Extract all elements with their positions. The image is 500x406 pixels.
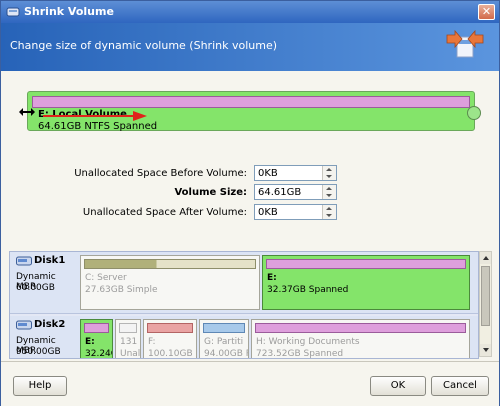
partition-info: 32.24G — [85, 349, 112, 359]
cancel-button[interactable]: Cancel — [431, 376, 489, 396]
header-banner: Change size of dynamic volume (Shrink vo… — [1, 23, 499, 71]
partition-e-disk1[interactable]: E: 32.37GB Spanned — [262, 255, 470, 310]
partition-e-disk2[interactable]: E: 32.24G — [80, 319, 113, 359]
shrink-volume-dialog: Shrink Volume ✕ Change size of dynamic v… — [0, 0, 500, 406]
unallocated-before-spinner[interactable]: 0KB — [254, 165, 337, 181]
disk-info: Disk1 Dynamic MBR 60.00GB — [14, 254, 78, 314]
dialog-footer: Help OK Cancel — [1, 361, 499, 406]
volume-size-row: Volume Size: 64.61GB — [1, 184, 499, 202]
shrink-arrows-icon — [446, 29, 484, 58]
arrow-down-icon — [483, 348, 489, 352]
volume-usage-bar — [32, 96, 470, 108]
volume-size-spinner[interactable]: 64.61GB — [254, 184, 337, 200]
disk-icon — [16, 256, 32, 266]
scroll-down-button[interactable] — [480, 344, 491, 356]
unallocated-after-value[interactable]: 0KB — [258, 207, 278, 218]
disk-icon — [16, 320, 32, 330]
spinner-arrows-icon[interactable] — [322, 185, 336, 199]
dialog-subtitle: Change size of dynamic volume (Shrink vo… — [10, 39, 278, 52]
disk-name: Disk1 — [34, 255, 66, 266]
partition-h[interactable]: H: Working Documents 723.52GB Spanned — [251, 319, 470, 359]
disk-info: Disk2 Dynamic MBR 950.00GB — [14, 318, 78, 358]
help-button[interactable]: Help — [13, 376, 67, 396]
arrow-up-icon — [483, 256, 489, 260]
disk-size: 60.00GB — [16, 283, 55, 293]
partition-name: H: Working Documents — [256, 337, 360, 347]
unallocated-before-row: Unallocated Space Before Volume: 0KB — [1, 165, 499, 183]
partition-info: 27.63GB Simple — [85, 285, 158, 295]
partition-name: G: Partiti — [204, 337, 244, 347]
spinner-arrows-icon[interactable] — [322, 205, 336, 219]
resize-handle-right[interactable] — [467, 106, 481, 120]
resize-panel: E: Local Volume 64.61GB NTFS Spanned Una… — [1, 71, 499, 245]
volume-size-value[interactable]: 64.61GB — [258, 187, 301, 198]
disk-map: Disk1 Dynamic MBR 60.00GB C: Server 27.6… — [9, 251, 479, 359]
partition-unallocated[interactable]: 131 Unal — [115, 319, 141, 359]
partition-info: 100.10GB I — [148, 349, 197, 359]
disk-map-scrollbar[interactable] — [479, 251, 492, 357]
partition-name: F: — [148, 337, 156, 347]
ok-button[interactable]: OK — [370, 376, 426, 396]
partition-name: C: Server — [85, 273, 127, 283]
disk-row: Disk2 Dynamic MBR 950.00GB E: 32.24G 131… — [10, 316, 478, 359]
partition-f[interactable]: F: 100.10GB I — [143, 319, 197, 359]
scroll-up-button[interactable] — [480, 252, 491, 264]
partition-name: E: — [85, 337, 95, 347]
partition-name: 131 — [120, 337, 138, 347]
partition-name: E: — [267, 273, 277, 283]
disk-row: Disk1 Dynamic MBR 60.00GB C: Server 27.6… — [10, 252, 478, 314]
partition-info: 94.00GB R — [204, 349, 249, 359]
volume-size-label: Volume Size: — [174, 187, 247, 198]
red-arrow-icon — [43, 111, 147, 121]
disk-size: 950.00GB — [16, 347, 61, 357]
partition-g[interactable]: G: Partiti 94.00GB R — [199, 319, 249, 359]
volume-info: 64.61GB NTFS Spanned — [38, 121, 158, 132]
unallocated-after-spinner[interactable]: 0KB — [254, 204, 337, 220]
unallocated-before-value[interactable]: 0KB — [258, 168, 278, 179]
spinner-arrows-icon[interactable] — [322, 166, 336, 180]
unallocated-after-row: Unallocated Space After Volume: 0KB — [1, 204, 499, 222]
title-bar: Shrink Volume ✕ — [1, 1, 499, 23]
partition-c[interactable]: C: Server 27.63GB Simple — [80, 255, 260, 310]
partition-info: Unal — [120, 349, 141, 359]
disk-name: Disk2 — [34, 319, 66, 330]
resize-handle-left-icon[interactable] — [19, 107, 35, 117]
window-title: Shrink Volume — [24, 5, 114, 18]
close-button[interactable]: ✕ — [478, 4, 495, 20]
unallocated-after-label: Unallocated Space After Volume: — [82, 207, 247, 218]
partition-info: 723.52GB Spanned — [256, 349, 344, 359]
disk-app-icon — [6, 7, 20, 17]
scroll-thumb[interactable] — [481, 266, 490, 326]
partition-info: 32.37GB Spanned — [267, 285, 349, 295]
unallocated-before-label: Unallocated Space Before Volume: — [74, 168, 247, 179]
